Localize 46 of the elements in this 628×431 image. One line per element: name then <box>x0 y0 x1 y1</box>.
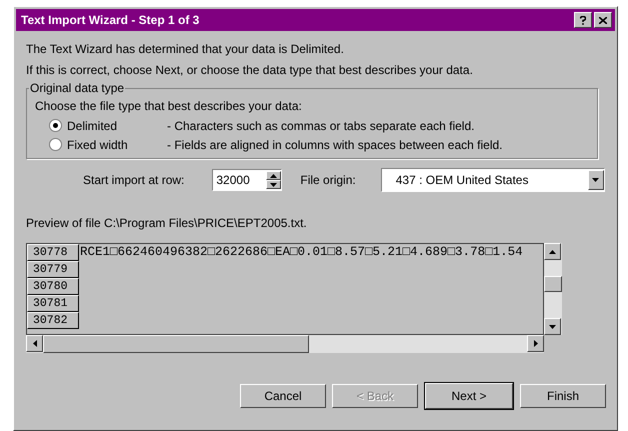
radio-button[interactable] <box>49 119 62 132</box>
radio-label[interactable]: Fixed width <box>67 138 167 152</box>
row-number: 30778 <box>27 244 79 261</box>
left-arrow-icon <box>32 340 36 347</box>
group-label: Original data type <box>29 81 126 95</box>
close-button[interactable] <box>594 12 612 28</box>
window-title: Text Import Wizard - Step 1 of 3 <box>21 13 200 27</box>
caret-icon <box>592 178 600 182</box>
help-icon <box>580 16 586 24</box>
up-arrow-icon <box>270 174 278 178</box>
file-origin-dropdown[interactable]: 437 : OEM United States <box>380 168 605 192</box>
preview-text: RCE1□662460496382□2622686□EA□0.01□8.57□5.21□4.689□3.78□1.54 <box>79 244 523 261</box>
scroll-thumb[interactable] <box>544 276 562 292</box>
radio-label[interactable]: Delimited <box>67 118 167 132</box>
start-row-spinner[interactable]: 32000 <box>212 169 282 191</box>
option-description: - Characters such as commas or tabs separate each field. <box>167 118 474 132</box>
scroll-left-button[interactable] <box>26 335 43 352</box>
instruction-text: If this is correct, choose Next, or choose the data type that best describes your data. <box>26 62 474 79</box>
scroll-down-button[interactable] <box>544 318 561 335</box>
radio-button[interactable] <box>49 138 62 151</box>
scroll-up-button[interactable] <box>544 243 561 260</box>
preview-label: Preview of file C:\Program Files\PRICE\EPT2005.txt. <box>26 216 308 230</box>
file-origin-label: File origin: <box>300 173 356 187</box>
help-button[interactable] <box>574 12 592 28</box>
prompt-text: Choose the file type that best describes your data: <box>35 98 303 115</box>
scroll-thumb[interactable] <box>43 335 309 353</box>
scroll-right-button[interactable] <box>527 335 544 352</box>
start-row-label: Start import at row: <box>83 173 184 187</box>
dialog-button[interactable]: Next > <box>425 383 513 409</box>
down-arrow-icon <box>549 324 556 328</box>
row-number: 30781 <box>27 295 79 312</box>
horizontal-scrollbar[interactable] <box>26 335 544 353</box>
down-arrow-icon <box>270 182 278 186</box>
instruction-text: The Text Wizard has determined that your data is Delimited. <box>26 41 345 58</box>
close-icon <box>599 16 607 24</box>
dialog-button[interactable]: Finish <box>520 384 606 408</box>
option-description: - Fields are aligned in columns with spaces between each field. <box>167 138 503 152</box>
row-number: 30779 <box>27 261 79 278</box>
up-arrow-icon <box>549 250 556 254</box>
vertical-scrollbar[interactable] <box>544 243 562 335</box>
right-arrow-icon <box>534 340 538 347</box>
spin-down-button[interactable] <box>266 180 282 189</box>
row-number: 30780 <box>27 278 79 295</box>
row-number: 30782 <box>27 312 79 329</box>
spin-up-button[interactable] <box>266 171 282 180</box>
dialog-button[interactable]: Cancel <box>240 384 326 408</box>
